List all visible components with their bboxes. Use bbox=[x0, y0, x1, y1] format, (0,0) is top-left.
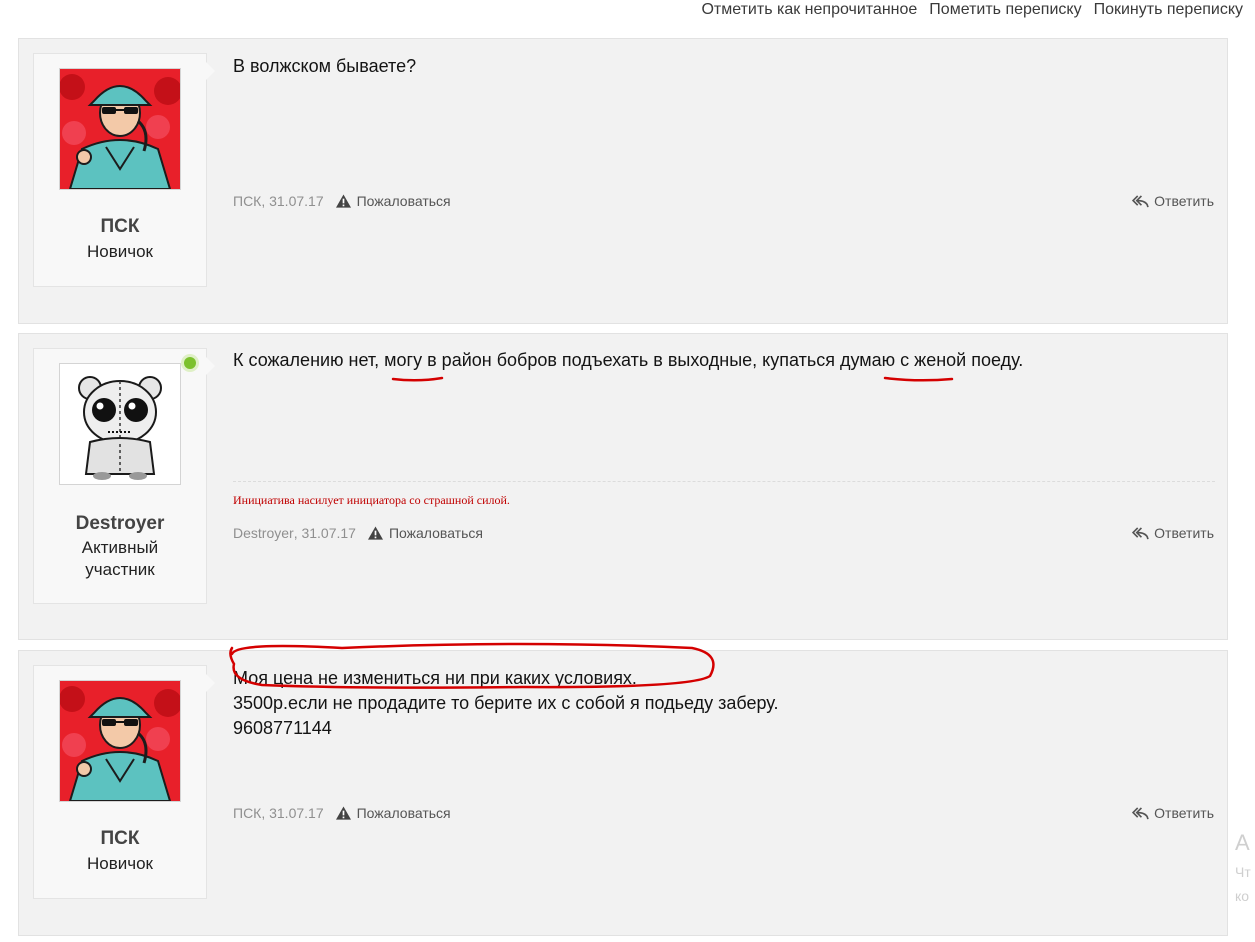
reply-icon bbox=[1132, 526, 1149, 539]
signature-divider bbox=[233, 481, 1215, 482]
overlay-fragment: Чт bbox=[1235, 864, 1251, 880]
message-line: В волжском бываете? bbox=[233, 56, 417, 76]
reply-label: Ответить bbox=[1154, 805, 1214, 821]
online-indicator bbox=[184, 357, 196, 369]
message-date[interactable]: 31.07.17 bbox=[301, 525, 356, 541]
overlay-fragment: ко bbox=[1235, 888, 1250, 904]
avatar[interactable] bbox=[59, 680, 181, 802]
message-author[interactable]: ПСК bbox=[233, 805, 261, 821]
message-meta: ПСК, 31.07.17 Пожаловаться bbox=[233, 805, 451, 821]
message-line: К сожалению нет, могу в район бобров под… bbox=[233, 350, 1024, 370]
message-line: 9608771144 bbox=[233, 718, 332, 738]
reply-button[interactable]: Ответить bbox=[1132, 805, 1214, 821]
report-label: Пожаловаться bbox=[356, 193, 451, 209]
message-date[interactable]: 31.07.17 bbox=[269, 805, 324, 821]
reply-icon bbox=[1132, 194, 1149, 207]
reply-button[interactable]: Ответить bbox=[1132, 525, 1214, 541]
message-date[interactable]: 31.07.17 bbox=[269, 193, 324, 209]
warning-icon bbox=[367, 526, 383, 540]
message-text: Моя цена не измениться ни при каких усло… bbox=[233, 666, 1215, 741]
reply-icon bbox=[1132, 806, 1149, 819]
message-3: ПСК Новичок Моя цена не измениться ни пр… bbox=[18, 650, 1228, 936]
username[interactable]: ПСК bbox=[34, 828, 206, 850]
star-conversation-link[interactable]: Пометить переписку bbox=[929, 0, 1081, 22]
user-info: ПСК Новичок bbox=[33, 53, 215, 287]
overlay-fragment: А bbox=[1235, 830, 1250, 855]
message-line: Моя цена не измениться ни при каких усло… bbox=[233, 668, 637, 688]
message-author[interactable]: Destroyer bbox=[233, 525, 294, 541]
username[interactable]: Destroyer bbox=[34, 513, 206, 535]
avatar-image bbox=[60, 364, 180, 484]
message-2: Destroyer Активный участник К сожалению … bbox=[18, 333, 1228, 640]
report-label: Пожаловаться bbox=[388, 525, 483, 541]
mark-unread-link[interactable]: Отметить как непрочитанное bbox=[701, 0, 917, 22]
conversation-toolbar: Отметить как непрочитанное Пометить пере… bbox=[701, 0, 1243, 22]
user-info: ПСК Новичок bbox=[33, 665, 215, 899]
reply-button[interactable]: Ответить bbox=[1132, 193, 1214, 209]
message-meta: Destroyer, 31.07.17 Пожаловаться bbox=[233, 525, 483, 541]
leave-conversation-link[interactable]: Покинуть переписку bbox=[1094, 0, 1243, 22]
message-line: 3500р.если не продадите то берите их с с… bbox=[233, 693, 779, 713]
report-button[interactable]: Пожаловаться bbox=[367, 525, 483, 541]
reply-label: Ответить bbox=[1154, 193, 1214, 209]
avatar-image bbox=[60, 69, 180, 189]
signature: Инициатива насилует инициатора со страшн… bbox=[233, 493, 510, 507]
report-button[interactable]: Пожаловаться bbox=[335, 805, 451, 821]
warning-icon bbox=[335, 806, 351, 820]
message-text: В волжском бываете? bbox=[233, 54, 1215, 79]
avatar[interactable] bbox=[59, 68, 181, 190]
message-1: ПСК Новичок В волжском бываете? ПСК, 31.… bbox=[18, 38, 1228, 324]
user-title: Новичок bbox=[86, 242, 153, 261]
user-info: Destroyer Активный участник bbox=[33, 348, 215, 604]
report-button[interactable]: Пожаловаться bbox=[335, 193, 451, 209]
message-text: К сожалению нет, могу в район бобров под… bbox=[233, 348, 1215, 373]
user-title: Активный участник bbox=[81, 538, 159, 579]
warning-icon bbox=[335, 194, 351, 208]
username[interactable]: ПСК bbox=[34, 216, 206, 238]
avatar-image bbox=[60, 681, 180, 801]
report-label: Пожаловаться bbox=[356, 805, 451, 821]
message-meta: ПСК, 31.07.17 Пожаловаться bbox=[233, 193, 451, 209]
avatar[interactable] bbox=[59, 363, 181, 485]
message-author[interactable]: ПСК bbox=[233, 193, 261, 209]
reply-label: Ответить bbox=[1154, 525, 1214, 541]
user-title: Новичок bbox=[86, 854, 153, 873]
